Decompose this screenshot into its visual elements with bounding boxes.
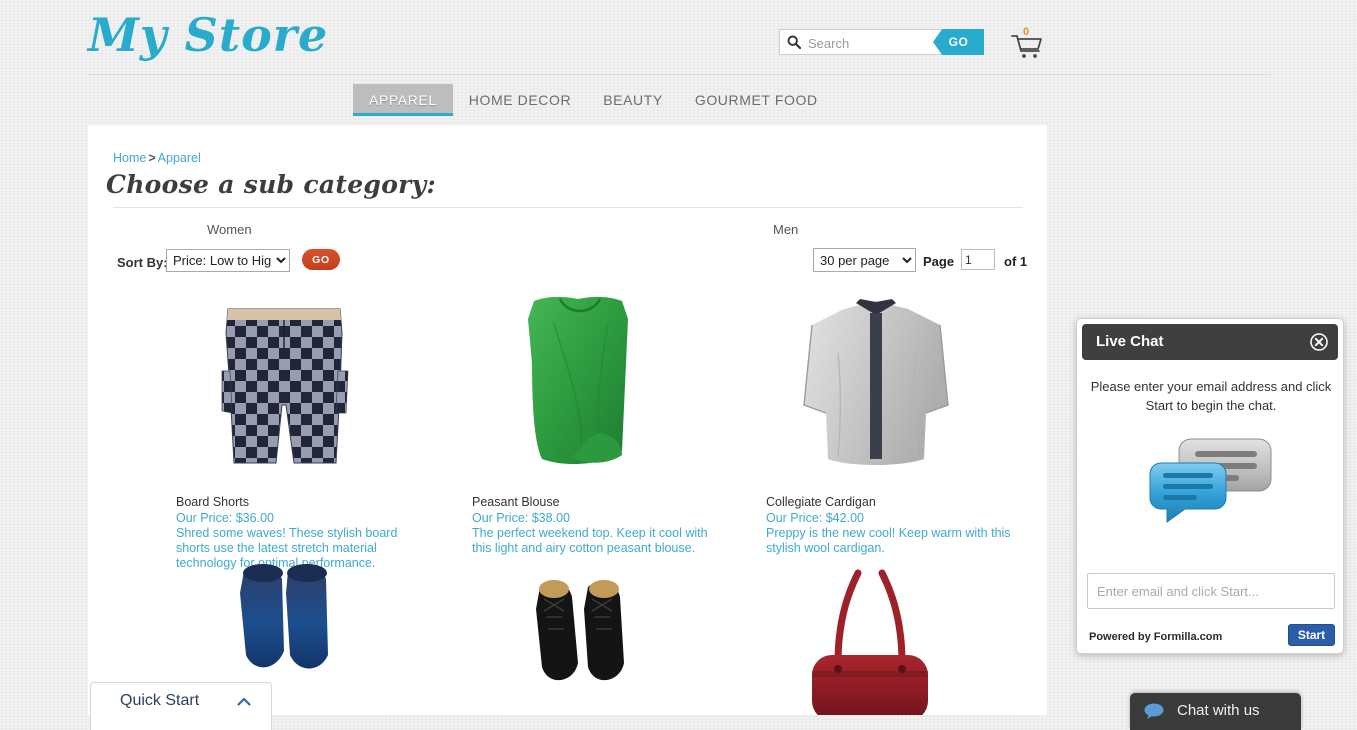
header-divider [88,74,1271,75]
product-description: The perfect weekend top. Keep it cool wi… [472,526,708,555]
site-logo[interactable]: My Store [88,8,328,62]
product-price: Our Price: $38.00 [472,511,570,525]
chat-bubbles-icon [1149,431,1273,525]
per-page-select[interactable]: 30 per page [813,248,916,272]
search-icon [787,35,802,50]
main-navigation: APPAREL HOME DECOR BEAUTY GOURMET FOOD [353,84,834,116]
site-header: My Store GO 0 [0,0,1357,78]
green-blouse-image [528,296,628,465]
live-chat-widget: Live Chat Please enter your email addres… [1076,318,1344,654]
nav-item-home-decor[interactable]: HOME DECOR [453,84,587,116]
breadcrumb-separator: > [148,151,156,165]
search-input[interactable] [806,30,940,56]
product-image[interactable] [432,293,728,483]
chat-powered-by-label: Powered by Formilla.com [1089,631,1223,643]
chat-start-button[interactable]: Start [1288,624,1335,646]
black-dress-shoes-image [536,580,624,681]
search-box[interactable]: GO [779,29,984,56]
search-go-button[interactable]: GO [933,29,984,55]
product-price: Our Price: $42.00 [766,511,864,525]
title-divider [113,207,1023,208]
cart-count-badge: 0 [1023,26,1030,38]
plaid-board-shorts-image [221,308,349,464]
subcategory-women[interactable]: Women [207,222,252,237]
subcategory-list: Women Men [88,217,1047,245]
breadcrumb: Home > Apparel [113,151,201,165]
red-handbag-image [812,569,928,715]
chat-with-us-label: Chat with us [1177,702,1260,719]
close-icon[interactable] [1310,333,1328,351]
product-name: Collegiate Cardigan [766,495,876,509]
product-image[interactable] [136,293,432,483]
quick-start-label: Quick Start [120,692,200,709]
live-chat-instructions: Please enter your email address and clic… [1090,379,1332,413]
cart-button[interactable]: 0 [1006,26,1048,62]
chat-with-us-bar[interactable]: Chat with us [1130,693,1301,730]
live-chat-header: Live Chat [1082,324,1338,360]
product-card[interactable]: Board Shorts Our Price: $36.00 Shred som… [136,293,432,571]
sort-go-button[interactable]: GO [302,249,340,270]
product-name: Board Shorts [176,495,249,509]
product-image[interactable] [432,559,728,715]
product-card[interactable]: Collegiate Cardigan Our Price: $42.00 Pr… [726,293,1022,556]
product-description: Preppy is the new cool! Keep warm with t… [766,526,1011,555]
product-card[interactable]: Peasant Blouse Our Price: $38.00 The per… [432,293,728,556]
speech-bubble-icon [1144,703,1164,719]
page-title: Choose a sub category: [106,170,437,199]
product-price: Our Price: $36.00 [176,511,274,525]
product-card[interactable] [726,559,1022,715]
chevron-up-icon[interactable] [236,695,252,709]
quick-start-panel[interactable]: Quick Start [90,682,272,730]
sort-and-pagination-bar: Sort By: Price: Low to High GO 30 per pa… [88,245,1047,281]
nav-item-beauty[interactable]: BEAUTY [587,84,679,116]
product-image[interactable] [726,293,1022,483]
breadcrumb-current-link[interactable]: Apparel [158,151,201,165]
main-content-panel: Home > Apparel Choose a sub category: Wome… [88,125,1047,715]
chat-email-input[interactable] [1087,573,1335,609]
product-card[interactable] [432,559,728,715]
breadcrumb-home-link[interactable]: Home [113,151,146,165]
nav-item-gourmet-food[interactable]: GOURMET FOOD [679,84,834,116]
page-total-label: of 1 [1004,254,1028,269]
live-chat-title: Live Chat [1096,333,1164,350]
sort-by-label: Sort By: [117,255,168,270]
sort-by-select[interactable]: Price: Low to High [166,249,290,272]
page-label: Page [923,254,955,269]
nav-item-apparel[interactable]: APPAREL [353,84,453,116]
subcategory-men[interactable]: Men [773,222,798,237]
product-image[interactable] [726,559,1022,715]
page-number-input[interactable] [961,249,995,270]
product-name: Peasant Blouse [472,495,560,509]
gray-cardigan-image [803,299,949,465]
